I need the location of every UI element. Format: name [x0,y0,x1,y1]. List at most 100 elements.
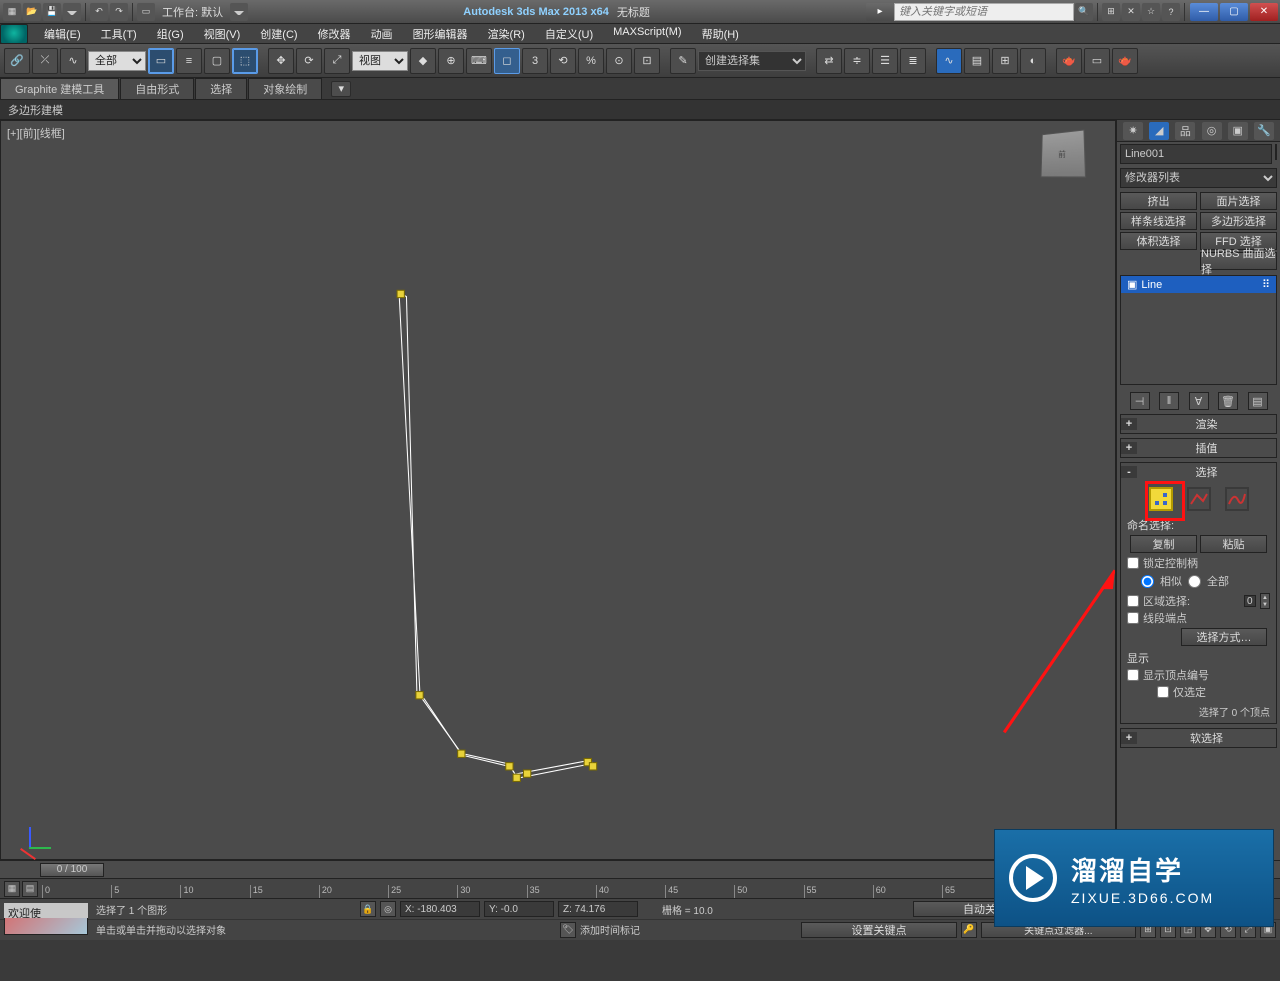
menu-e[interactable]: 编辑(E) [34,26,91,42]
configure-icon[interactable]: ▤ [1248,392,1268,410]
all-radio[interactable] [1188,575,1201,588]
selection-filter[interactable]: 全部 [88,51,146,71]
material-editor-icon[interactable]: ◐ [1020,48,1046,74]
rollout-header[interactable]: -选择 [1121,463,1276,481]
scale-tool[interactable]: ⤢ [324,48,350,74]
maximize-button[interactable]: ▢ [1220,3,1248,21]
modifier-stack[interactable]: ▣ Line ⠿ [1120,275,1277,385]
save-icon[interactable]: 💾 [43,3,61,21]
menu-r[interactable]: 渲染(R) [478,26,535,42]
rect-region-icon[interactable]: ▢ [204,48,230,74]
app-badge-icon[interactable] [0,24,28,44]
ribbon-tab[interactable]: 自由形式 [120,78,194,99]
show-end-icon[interactable]: ‖ [1159,392,1179,410]
spinner-snap-icon[interactable]: ⊙ [606,48,632,74]
infocenter-expand[interactable]: ▸ [866,3,894,21]
select-tool[interactable]: ▭ [148,48,174,74]
paste-button[interactable]: 粘贴 [1200,535,1267,553]
undo-icon[interactable]: ↶ [90,3,108,21]
utilities-tab-icon[interactable]: 🔧 [1254,122,1274,140]
motion-tab-icon[interactable]: ◎ [1202,122,1222,140]
ribbon-tab[interactable]: 选择 [195,78,247,99]
link-icon[interactable]: 🔗 [4,48,30,74]
curve-editor-icon[interactable]: ∿ [936,48,962,74]
move-tool[interactable]: ✥ [268,48,294,74]
add-time-tag[interactable]: 添加时间标记 [580,922,640,937]
hierarchy-tab-icon[interactable]: 品 [1175,122,1195,140]
lock-handles-checkbox[interactable] [1127,557,1139,569]
unique-icon[interactable]: ∀ [1189,392,1209,410]
chevron-down-icon[interactable] [63,3,81,21]
search-input[interactable] [894,3,1074,21]
modifier-button[interactable]: 体积选择 [1120,232,1197,250]
ribbon-tab[interactable]: Graphite 建模工具 [0,78,119,99]
ribbon-expand-icon[interactable]: ▾ [331,81,351,97]
isolate-icon[interactable]: ◎ [380,901,396,917]
show-vertex-num-checkbox[interactable] [1127,669,1139,681]
object-name-field[interactable] [1120,144,1272,164]
project-icon[interactable]: ▭ [137,3,155,21]
select-name-icon[interactable]: ≡ [176,48,202,74]
rollout-header[interactable]: +插值 [1121,439,1276,457]
modify-tab-icon[interactable]: ◢ [1149,122,1169,140]
area-select-checkbox[interactable] [1127,595,1139,607]
pivot-icon[interactable]: ◆ [410,48,436,74]
menu-t[interactable]: 工具(T) [91,26,147,42]
angle-snap-icon[interactable]: ⟲ [550,48,576,74]
redo-icon[interactable]: ↷ [110,3,128,21]
modifier-list-select[interactable]: 修改器列表 [1120,168,1277,188]
ribbon-subtab[interactable]: 多边形建模 [0,100,1280,120]
keyboard-shortcut-icon[interactable]: ⌨ [466,48,492,74]
expand-icon[interactable]: ▣ [1127,278,1137,291]
rollout-header[interactable]: +软选择 [1121,729,1276,747]
menu-[interactable]: 动画 [361,26,403,42]
unlink-icon[interactable]: ⤫ [32,48,58,74]
snap-options-icon[interactable]: ⊡ [634,48,660,74]
modifier-button[interactable]: 面片选择 [1200,192,1277,210]
spline-subobject-button[interactable] [1225,487,1249,511]
coord-z[interactable]: Z: 74.176 [558,901,638,917]
segment-end-checkbox[interactable] [1127,612,1139,624]
menu-[interactable]: 图形编辑器 [403,26,478,42]
menu-[interactable]: 修改器 [308,26,361,42]
modifier-button[interactable]: 挤出 [1120,192,1197,210]
minimize-button[interactable]: — [1190,3,1218,21]
open-icon[interactable]: 📂 [23,3,41,21]
chevron-down-icon[interactable] [230,3,248,21]
spinner-arrows[interactable]: ▲▼ [1260,593,1270,609]
viewport-front[interactable]: [+][前][线框] 前 [0,120,1116,860]
snap-toggle[interactable]: ◻ [494,48,520,74]
align-icon[interactable]: ≑ [844,48,870,74]
key-icon[interactable]: 🔑 [961,922,977,938]
ref-coord-select[interactable]: 视图 [352,51,408,71]
render-icon[interactable]: 🫖 [1112,48,1138,74]
coord-x[interactable]: X: -180.403 [400,901,480,917]
modifier-button[interactable]: NURBS 曲面选择 [1200,252,1277,270]
snap-3d-icon[interactable]: 3 [522,48,548,74]
schematic-view-icon[interactable]: ⊞ [992,48,1018,74]
modifier-button[interactable]: 样条线选择 [1120,212,1197,230]
trackbar-filter-icon[interactable]: ▤ [22,881,38,897]
favorite-icon[interactable]: ☆ [1142,3,1160,21]
menu-g[interactable]: 组(G) [147,26,194,42]
pin-stack-icon[interactable]: ⊣ [1130,392,1150,410]
exchange-icon[interactable]: ✕ [1122,3,1140,21]
area-value-spinner[interactable] [1244,595,1256,607]
vertex-subobject-button[interactable] [1149,487,1173,511]
object-color-swatch[interactable] [1275,144,1277,160]
search-icon[interactable]: 🔍 [1075,3,1093,21]
setkey-button[interactable]: 设置关键点 [801,922,956,938]
menu-h[interactable]: 帮助(H) [692,26,749,42]
display-tab-icon[interactable]: ▣ [1228,122,1248,140]
menu-c[interactable]: 创建(C) [250,26,307,42]
new-icon[interactable]: ▦ [3,3,21,21]
select-by-button[interactable]: 选择方式… [1181,628,1267,646]
workspace-label[interactable]: 工作台: 默认 [156,4,229,20]
coord-y[interactable]: Y: -0.0 [484,901,554,917]
percent-snap-icon[interactable]: % [578,48,604,74]
rotate-tool[interactable]: ⟳ [296,48,322,74]
mirror-icon[interactable]: ⇄ [816,48,842,74]
ribbon-tab[interactable]: 对象绘制 [248,78,322,99]
trackbar-menu-icon[interactable]: ▦ [4,881,20,897]
create-tab-icon[interactable]: ✷ [1123,122,1143,140]
